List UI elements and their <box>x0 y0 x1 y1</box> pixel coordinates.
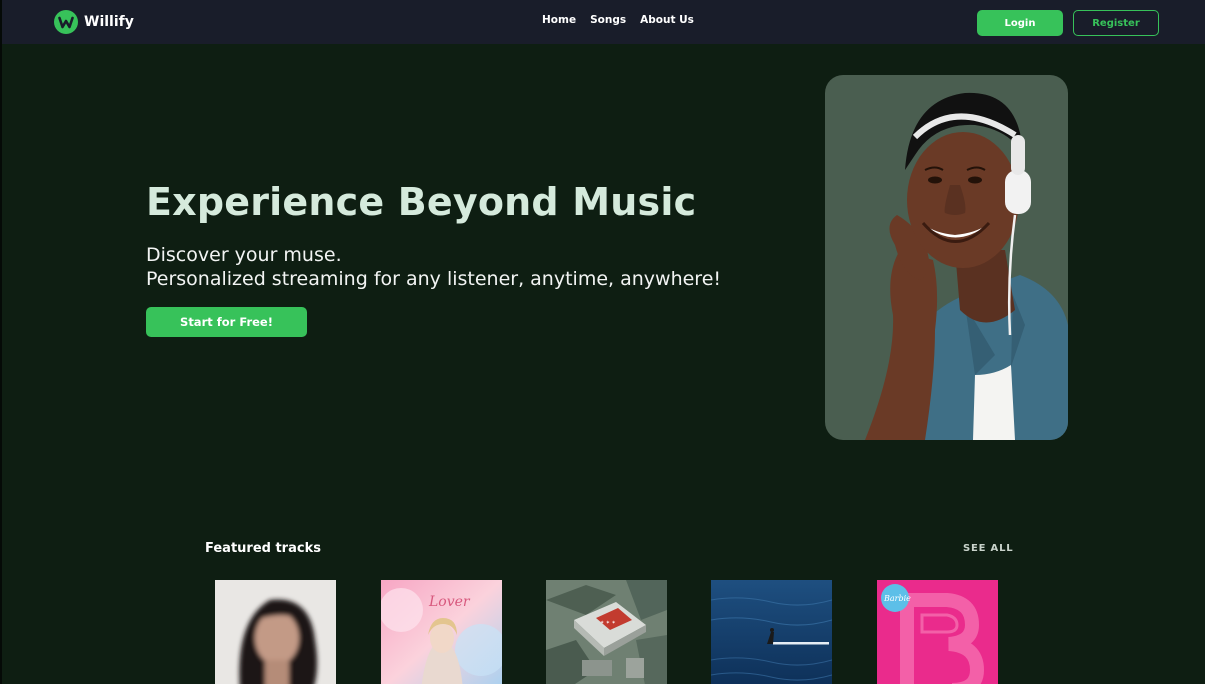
hero-image-card <box>825 75 1068 440</box>
track-card[interactable]: ✶ ✶ ✶ <box>546 580 667 684</box>
hero-subtitle-line2: Personalized streaming for any listener,… <box>146 268 722 290</box>
hero-title: Experience Beyond Music <box>146 180 697 224</box>
nav-link-songs[interactable]: Songs <box>590 14 626 26</box>
hero-subtitle-line1: Discover your muse. <box>146 244 342 266</box>
page: Willify Home Songs About Us Login Regist… <box>0 0 1205 684</box>
nav-link-home[interactable]: Home <box>542 14 576 26</box>
man-with-headphones-photo <box>865 92 1068 440</box>
svg-text:✶ ✶ ✶: ✶ ✶ ✶ <box>600 620 616 626</box>
login-button[interactable]: Login <box>977 10 1063 36</box>
start-for-free-button[interactable]: Start for Free! <box>146 307 307 337</box>
blurred-portrait-cover <box>215 580 336 684</box>
register-button[interactable]: Register <box>1073 10 1159 36</box>
lover-cover-text: Lover <box>428 594 471 610</box>
nav-link-about-us[interactable]: About Us <box>640 14 694 26</box>
track-card[interactable]: Lover <box>381 580 502 684</box>
ocean-surfer-cover <box>711 580 832 684</box>
featured-tracks-title: Featured tracks <box>205 541 321 556</box>
brand-logo[interactable]: Willify <box>54 10 134 34</box>
brand-name: Willify <box>84 14 134 30</box>
top-navbar: Willify Home Songs About Us Login Regist… <box>2 0 1205 44</box>
aerial-rooftop-cover: ✶ ✶ ✶ <box>546 580 667 684</box>
nav-links: Home Songs About Us <box>542 14 708 26</box>
barbie-cover-text: Barbie <box>883 594 911 603</box>
lover-album-cover: Lover <box>381 580 502 684</box>
w-logo-icon <box>54 10 78 34</box>
track-card[interactable]: Barbie <box>877 580 998 684</box>
track-card[interactable] <box>711 580 832 684</box>
track-card[interactable] <box>215 580 336 684</box>
see-all-link[interactable]: SEE ALL <box>963 543 1013 554</box>
barbie-album-cover: Barbie <box>877 580 998 684</box>
